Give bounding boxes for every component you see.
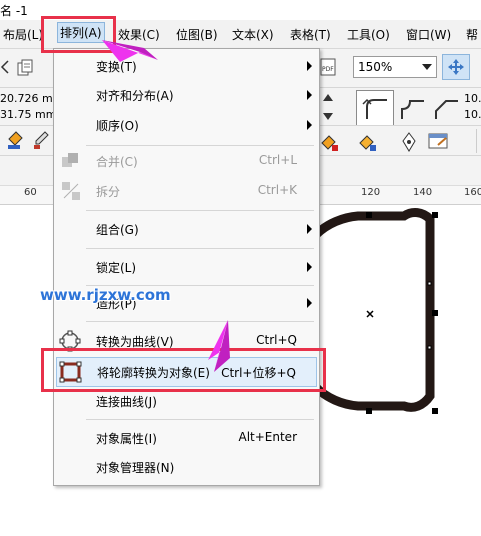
- selection-handle[interactable]: [432, 310, 438, 316]
- spinner-icon[interactable]: [320, 91, 336, 123]
- submenu-arrow-icon: [307, 262, 312, 272]
- menu-item-object-properties[interactable]: 对象属性(I) Alt+Enter: [54, 426, 319, 450]
- left-toolbar-area: 20.726 mm 31.75 mm: [0, 49, 63, 185]
- toolbar-divider: [318, 125, 481, 126]
- toolbar-divider: [318, 87, 481, 88]
- submenu-arrow-icon: [307, 61, 312, 71]
- menu-separator: [86, 145, 314, 146]
- node-handle[interactable]: [427, 281, 432, 286]
- menu-table[interactable]: 表格(T): [290, 26, 331, 43]
- break-apart-icon: [62, 182, 80, 200]
- menu-item-shortcut: Ctrl+K: [257, 183, 297, 197]
- menu-item-shortcut: Ctrl+L: [258, 153, 297, 167]
- pointer-arrow-icon: [102, 40, 158, 62]
- toolbar-divider: [0, 87, 53, 88]
- node-handle[interactable]: [427, 345, 432, 350]
- paint-bucket-icon[interactable]: [356, 131, 378, 153]
- svg-text:PDF: PDF: [322, 66, 334, 73]
- menu-item-label: 连接曲线(J): [96, 395, 157, 409]
- chamfer-corner-icon[interactable]: [430, 93, 460, 121]
- selection-handle[interactable]: [432, 408, 438, 414]
- window-title: 名 -1: [0, 4, 28, 18]
- fit-window-button[interactable]: [442, 54, 470, 80]
- selected-shape-outline[interactable]: [318, 208, 435, 412]
- menu-separator: [86, 321, 314, 322]
- right-toolbar-area: PDF 150% 10. 10.: [318, 49, 481, 185]
- menu-item-shortcut: Ctrl+Q: [256, 333, 297, 347]
- menu-item-order[interactable]: 顺序(O): [54, 113, 319, 137]
- selection-handle[interactable]: [366, 408, 372, 414]
- menu-item-label: 组合(G): [96, 223, 139, 237]
- highlight-frame-outline-to-object: [41, 348, 326, 392]
- center-marker-icon: [366, 310, 374, 318]
- menu-item-label: 合并(C): [96, 155, 138, 169]
- menu-item-transform[interactable]: 变换(T): [54, 54, 319, 78]
- ruler-label: 160: [464, 187, 481, 198]
- menu-separator: [86, 248, 314, 249]
- zoom-level: 150%: [358, 60, 393, 74]
- round-corner-icon: [362, 98, 387, 119]
- scallop-corner-icon[interactable]: [396, 93, 426, 121]
- menu-item-object-manager[interactable]: 对象管理器(N): [54, 455, 319, 479]
- menu-item-label: 对象属性(I): [96, 432, 157, 446]
- menu-item-shortcut: Alt+Enter: [238, 430, 297, 444]
- watermark: www.rjzxw.com: [40, 286, 171, 304]
- menu-tools[interactable]: 工具(O): [347, 26, 390, 43]
- menu-item-combine[interactable]: 合并(C) Ctrl+L: [54, 149, 319, 173]
- menu-layout[interactable]: 布局(L): [3, 26, 43, 43]
- menu-text[interactable]: 文本(X): [232, 26, 274, 43]
- submenu-arrow-icon: [307, 90, 312, 100]
- pen-nib-icon[interactable]: [398, 131, 420, 153]
- fill-color-icon[interactable]: [318, 131, 340, 153]
- canvas-area: [318, 208, 438, 414]
- chevron-down-icon: [422, 64, 432, 70]
- fill-bucket-icon[interactable]: [6, 129, 26, 151]
- pdf-export-icon[interactable]: PDF: [318, 57, 340, 77]
- menu-item-lock[interactable]: 锁定(L): [54, 255, 319, 279]
- menu-help[interactable]: 帮: [466, 26, 478, 43]
- menu-separator: [86, 210, 314, 211]
- menu-item-label: 对齐和分布(A): [96, 89, 174, 103]
- menu-item-label: 拆分: [96, 185, 121, 199]
- menu-item-join-curves[interactable]: 连接曲线(J): [54, 389, 319, 413]
- submenu-arrow-icon: [307, 120, 312, 130]
- arrange-dropdown-menu: 变换(T) 对齐和分布(A) 顺序(O) 合并(C) Ctrl+L 拆分 Ctr…: [53, 48, 320, 486]
- menu-item-label: 顺序(O): [96, 119, 139, 133]
- corner-round-button[interactable]: [356, 90, 394, 126]
- menu-separator: [86, 419, 314, 420]
- selection-handle[interactable]: [366, 212, 372, 218]
- combine-icon: [62, 153, 78, 167]
- menu-window[interactable]: 窗口(W): [406, 26, 451, 43]
- toolbar-divider: [476, 129, 477, 153]
- menu-item-label: 对象管理器(N): [96, 461, 175, 475]
- toolbar-divider: [318, 155, 481, 156]
- object-properties-icon[interactable]: [426, 131, 450, 153]
- document-icon[interactable]: [16, 59, 34, 77]
- ruler-label: 140: [413, 187, 433, 198]
- menu-item-label: 锁定(L): [96, 261, 137, 275]
- eyedropper-icon[interactable]: [31, 129, 51, 151]
- arrow-left-icon[interactable]: [0, 59, 10, 75]
- menu-bitmaps[interactable]: 位图(B): [176, 26, 218, 43]
- move-arrows-icon: [448, 59, 464, 75]
- submenu-arrow-icon: [307, 224, 312, 234]
- menu-item-align-distribute[interactable]: 对齐和分布(A): [54, 83, 319, 107]
- ruler-label: 60: [24, 187, 37, 198]
- y-coordinate[interactable]: 31.75 mm: [0, 108, 56, 121]
- toolbar-divider: [0, 125, 53, 126]
- selection-handle[interactable]: [432, 212, 438, 218]
- menu-item-group[interactable]: 组合(G): [54, 217, 319, 241]
- toolbar-divider: [0, 155, 53, 156]
- zoom-combo[interactable]: 150%: [353, 56, 437, 78]
- menu-item-break-apart[interactable]: 拆分 Ctrl+K: [54, 179, 319, 203]
- corner-value-1[interactable]: 10.: [464, 92, 481, 105]
- pointer-arrow-icon: [208, 320, 230, 372]
- corner-value-2[interactable]: 10.: [464, 108, 481, 121]
- ruler-label: 120: [361, 187, 381, 198]
- submenu-arrow-icon: [307, 298, 312, 308]
